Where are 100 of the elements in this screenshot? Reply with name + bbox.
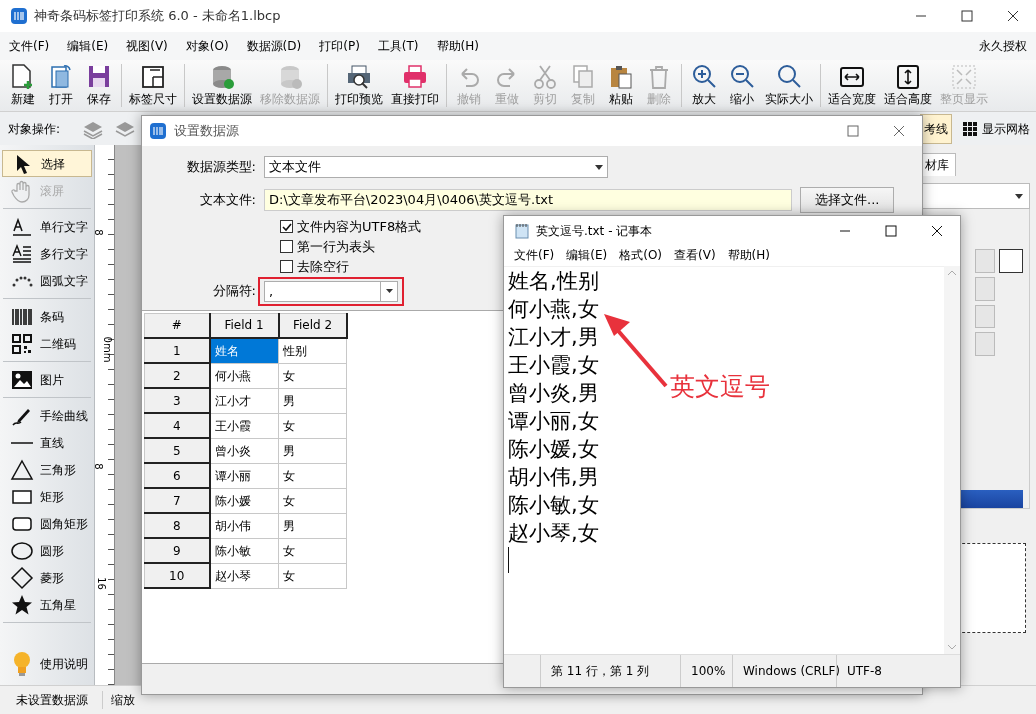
field-label: 数据源类型:: [185, 158, 257, 177]
dropdown[interactable]: [922, 183, 1030, 209]
tool-button[interactable]: 直线: [2, 429, 92, 456]
tool-button[interactable]: 圆弧文字: [2, 267, 92, 294]
text-line: 陈小媛,女: [508, 437, 599, 461]
app-logo-icon: [10, 7, 28, 25]
row-header: 5: [144, 438, 210, 463]
toolbar-button[interactable]: 设置数据源: [188, 60, 256, 111]
checkbox-label[interactable]: 文件内容为UTF8格式: [297, 216, 422, 237]
row-header: 10: [144, 563, 210, 588]
text-line: 赵小琴,女: [508, 521, 599, 545]
toolbar-button[interactable]: 缩小: [723, 60, 761, 111]
grid-icon: [962, 120, 978, 137]
checkbox[interactable]: [280, 240, 293, 253]
app-logo-icon: [150, 123, 166, 139]
toolbar-button[interactable]: 放大: [685, 60, 723, 111]
library-tab[interactable]: 材库: [922, 153, 956, 176]
tool-button[interactable]: 圆角矩形: [2, 510, 92, 537]
menu-item[interactable]: 工具(T): [368, 32, 428, 60]
style-button[interactable]: [975, 332, 995, 357]
text-cursor: [508, 547, 509, 573]
tool-button[interactable]: 单行文字: [2, 213, 92, 240]
toolbar-button[interactable]: 实际大小: [761, 60, 817, 111]
menu-item[interactable]: 数据源(D): [237, 32, 311, 60]
dialog-title: 设置数据源: [174, 122, 239, 141]
object-operations-label: 对象操作:: [8, 120, 61, 138]
status-text: 未设置数据源: [0, 691, 103, 709]
status-text: 缩放: [110, 692, 135, 709]
close-icon: [893, 125, 905, 137]
style-button[interactable]: [975, 304, 995, 329]
diamond-icon: [10, 565, 34, 590]
column-header[interactable]: Field 1: [209, 313, 279, 338]
menu-item[interactable]: 帮助(H): [427, 32, 488, 60]
separator-combobox[interactable]: ,: [264, 280, 398, 302]
tool-button[interactable]: 手绘曲线: [2, 402, 92, 429]
maximize-icon: [847, 125, 859, 137]
toolbar-button[interactable]: 新建: [4, 60, 42, 111]
menu-item[interactable]: 文件(F): [0, 32, 59, 60]
tool-button[interactable]: 条码: [2, 303, 92, 330]
line-icon: [11, 441, 33, 444]
choose-file-button[interactable]: 选择文件...: [800, 187, 895, 213]
source-type-dropdown[interactable]: 文本文件: [264, 156, 608, 178]
menu-item[interactable]: 格式(O): [613, 246, 669, 266]
scroll-up-icon: [948, 270, 956, 275]
toolbar-button[interactable]: 粘贴: [602, 60, 640, 111]
close-icon: [1007, 10, 1019, 22]
caret-icon: [1015, 193, 1023, 199]
checkbox-label[interactable]: 第一行为表头: [297, 236, 375, 257]
color-swatch[interactable]: [999, 249, 1023, 273]
tool-button[interactable]: 二维码: [2, 330, 92, 357]
license-label[interactable]: 永久授权: [970, 32, 1036, 60]
caret-icon: [385, 289, 393, 293]
ruler-label: 0mm: [101, 336, 115, 363]
menu-item[interactable]: 编辑(E): [58, 32, 118, 60]
checkbox-label[interactable]: 去除空行: [297, 256, 349, 277]
column-header[interactable]: Field 2: [278, 313, 347, 338]
toolbar-button[interactable]: 打印预览: [331, 60, 387, 111]
tool-button[interactable]: 图片: [2, 366, 92, 393]
tool-button[interactable]: 五角星: [2, 591, 92, 618]
ruler-label: 8: [91, 229, 105, 236]
status-text: 第 11 行，第 1 列: [540, 655, 680, 687]
menu-item[interactable]: 打印(P): [310, 32, 369, 60]
checkbox[interactable]: [280, 260, 293, 273]
toolbar-button[interactable]: 直接打印: [387, 60, 443, 111]
menu-item[interactable]: 帮助(H): [721, 246, 776, 266]
file-path-field[interactable]: D:\文章发布平台\2023\04月\0406\英文逗号.txt: [264, 188, 792, 211]
toolbar-button[interactable]: 打开: [42, 60, 80, 111]
window-title: 神奇条码标签打印系统 6.0 - 未命名1.lbcp: [34, 7, 281, 26]
field-label: 分隔符:: [211, 282, 257, 301]
annotation-text: 英文逗号: [670, 371, 770, 403]
column-header[interactable]: #: [144, 313, 210, 338]
notepad-title: 英文逗号.txt - 记事本: [536, 223, 653, 240]
menu-item[interactable]: 编辑(E): [560, 246, 614, 266]
tool-button[interactable]: 选择: [2, 150, 92, 177]
text-line: 何小燕,女: [508, 297, 599, 321]
toolbar-button[interactable]: 标签尺寸: [125, 60, 181, 111]
text-line: 谭小丽,女: [508, 409, 599, 433]
menu-item[interactable]: 视图(V): [117, 32, 177, 60]
help-button[interactable]: 使用说明: [2, 650, 92, 677]
tool-button[interactable]: 多行文字: [2, 240, 92, 267]
tool-button[interactable]: 菱形: [2, 564, 92, 591]
text-line: 江小才,男: [508, 325, 599, 349]
row-header: 9: [144, 538, 210, 563]
grid-toggle[interactable]: 显示网格: [956, 114, 1036, 143]
scrollbar[interactable]: [944, 266, 960, 654]
menu-item[interactable]: 查看(V): [668, 246, 722, 266]
toolbar-button[interactable]: 适合高度: [880, 60, 936, 111]
menu-item[interactable]: 文件(F): [508, 246, 561, 266]
tool-button[interactable]: 三角形: [2, 456, 92, 483]
checkbox[interactable]: [280, 220, 293, 233]
tool-button[interactable]: 圆形: [2, 537, 92, 564]
toolbar-button[interactable]: 保存: [80, 60, 118, 111]
toolbar-button[interactable]: 适合宽度: [824, 60, 880, 111]
notepad-icon: [514, 223, 530, 239]
tool-button[interactable]: 矩形: [2, 483, 92, 510]
maximize-icon: [885, 225, 897, 237]
menu-item[interactable]: 对象(O): [176, 32, 238, 60]
caret-icon: [595, 164, 603, 170]
triangle-icon: [10, 457, 34, 482]
scroll-down-icon: [948, 645, 956, 650]
